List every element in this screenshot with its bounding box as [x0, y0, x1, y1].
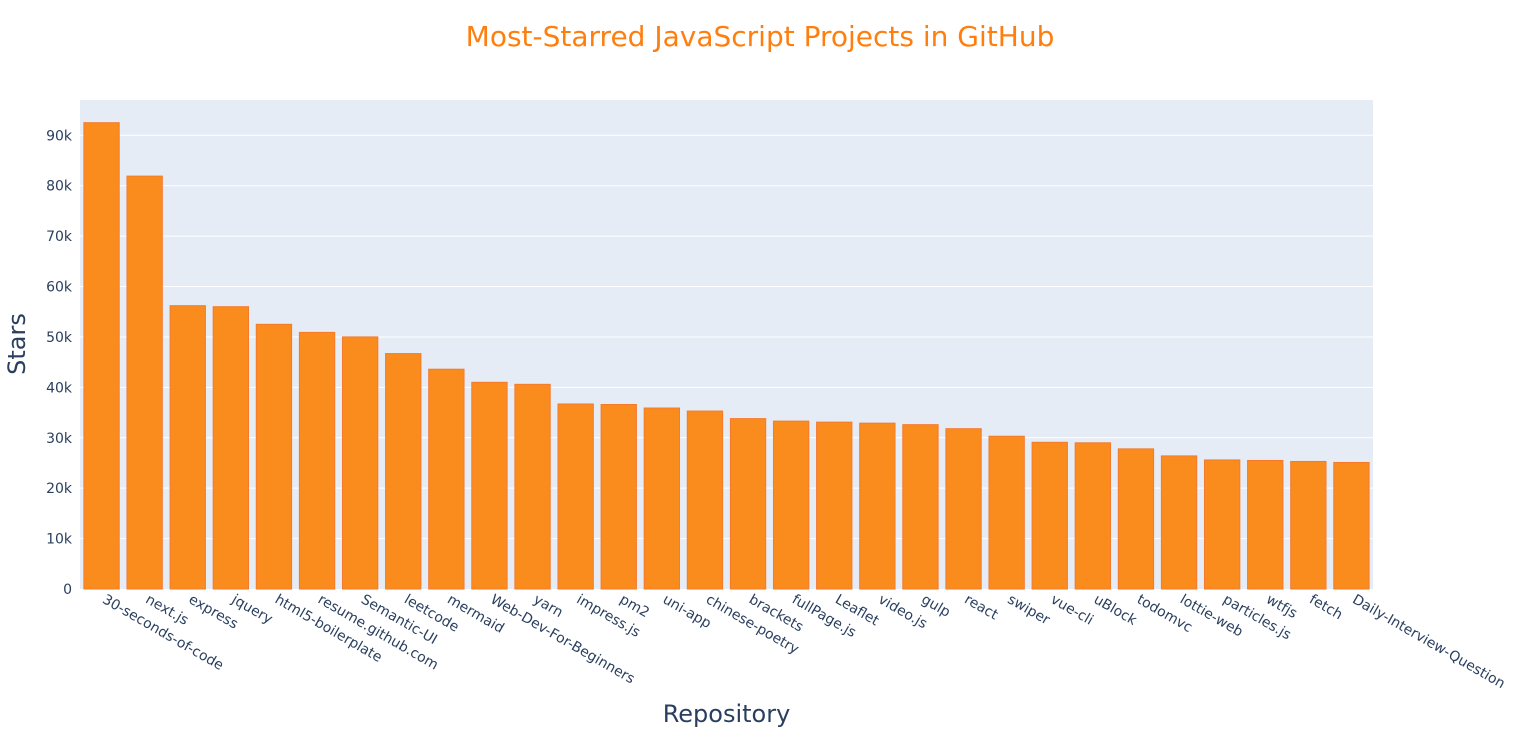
chart-title: Most-Starred JavaScript Projects in GitH… [465, 20, 1055, 53]
x-tick-label: fetch [1306, 592, 1345, 624]
bar [859, 422, 896, 590]
bar [471, 381, 508, 590]
x-tick-label: html5-boilerplate [272, 592, 385, 666]
x-tick-label: leetcode [401, 592, 461, 636]
x-tick-label: lottie-web [1177, 592, 1246, 641]
bar [1074, 442, 1112, 590]
x-tick-label: chinese-poetry [703, 592, 802, 658]
bar [1160, 455, 1198, 590]
x-tick-label: uni-app [660, 592, 714, 632]
y-tick-label: 20k [46, 481, 73, 497]
bar [126, 175, 163, 590]
x-tick-label: Web-Dev-For-Beginners [487, 592, 637, 688]
x-tick-label: yarn [531, 592, 566, 621]
bar [212, 306, 250, 590]
bar [902, 424, 939, 590]
x-tick-label: pm2 [617, 592, 652, 622]
bar [1117, 448, 1155, 590]
x-tick-label: express [186, 592, 241, 633]
y-tick-label: 0 [63, 582, 72, 598]
y-tick-label: 70k [46, 229, 73, 245]
x-tick-label: impress.js [574, 592, 643, 641]
x-tick-label: gulp [918, 592, 953, 621]
x-tick-label: swiper [1005, 592, 1053, 629]
x-tick-label: todomvc [1134, 592, 1195, 636]
x-tick-label: react [962, 592, 1001, 624]
y-tick-label: 30k [46, 431, 73, 447]
bar [385, 353, 422, 590]
bar [1290, 460, 1327, 590]
bar [298, 331, 336, 590]
bar [514, 383, 551, 590]
bar [1031, 441, 1068, 590]
x-tick-label: wtfjs [1263, 592, 1300, 622]
x-tick-label: particles.js [1220, 592, 1294, 644]
bar [600, 403, 637, 590]
bar-chart-svg: 0 10k 20k 30k 40k 50k 60k 70k 80k 90k 30-seconds-o… [46, 100, 1508, 693]
x-tick-label: Leaflet [832, 592, 882, 630]
x-tick-label: fullPage.js [789, 592, 859, 641]
bar [945, 428, 982, 590]
x-tick-label: video.js [875, 592, 929, 633]
chart-container: Most-Starred JavaScript Projects in GitH… [0, 0, 1520, 737]
y-tick-label: 80k [46, 179, 73, 195]
x-tick-label: vue-cli [1048, 592, 1096, 629]
bar [1247, 459, 1284, 590]
x-tick-label: Semantic-UI [358, 592, 440, 648]
x-tick-label: Daily-Interview-Question [1349, 592, 1507, 693]
x-tick-label: brackets [746, 592, 806, 636]
y-tick-label: 90k [46, 128, 73, 144]
bar [341, 336, 379, 590]
y-tick-label: 60k [46, 280, 73, 296]
y-tick-label: 50k [46, 330, 73, 346]
y-tick-label: 10k [46, 532, 73, 548]
bar [816, 421, 853, 590]
bar [83, 122, 120, 590]
x-tick-label: mermaid [444, 592, 506, 637]
bar [686, 410, 724, 590]
x-tick-label: uBlock [1091, 592, 1140, 630]
x-axis-label: Repository [662, 700, 791, 728]
x-tick-label: jquery [228, 591, 275, 628]
bar [729, 418, 767, 590]
bar [255, 323, 293, 590]
plot-area [80, 100, 1373, 589]
bar [1333, 461, 1370, 590]
x-tick-label: resume.github.com [315, 592, 441, 674]
bar [1203, 459, 1241, 590]
y-axis-label: Stars [3, 313, 31, 375]
bar [428, 368, 465, 590]
bar [643, 407, 681, 590]
x-tick-label: next.js [143, 592, 191, 629]
y-tick-label: 40k [46, 380, 73, 396]
bar [988, 435, 1025, 590]
bar [557, 403, 594, 590]
bar [772, 420, 810, 590]
x-tick-label: 30-seconds-of-code [100, 592, 227, 674]
bar [169, 305, 206, 590]
